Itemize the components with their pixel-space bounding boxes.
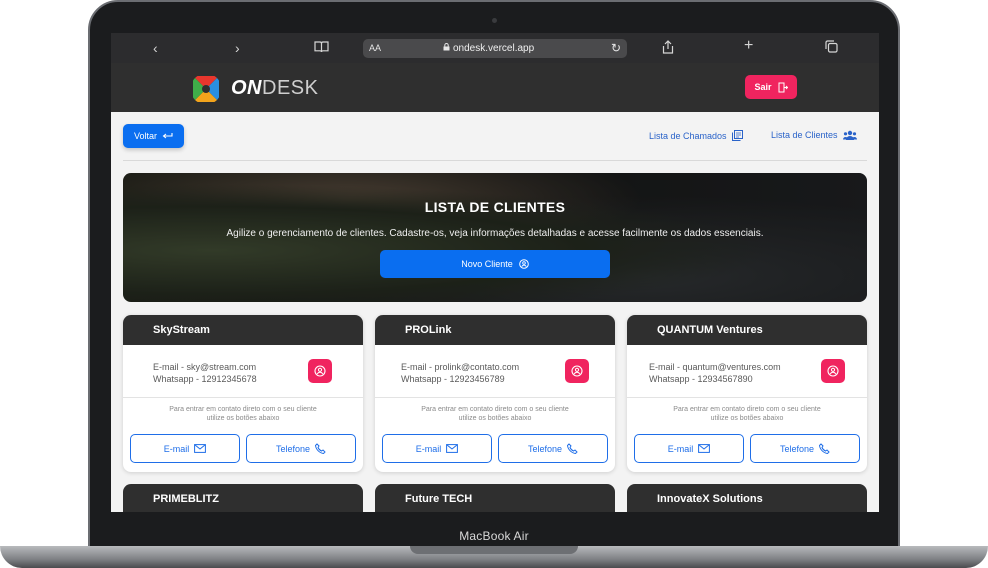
card-divider <box>123 397 363 398</box>
note-line: utilize os botões abaixo <box>458 415 532 422</box>
client-email: E-mail - prolink@contato.com <box>401 362 520 372</box>
client-contact-info: E-mail - prolink@contato.com Whatsapp - … <box>401 361 519 385</box>
mail-icon <box>446 444 459 453</box>
hero-subtitle: Agilize o gerenciamento de clientes. Cad… <box>226 228 764 239</box>
logout-button[interactable]: Sair <box>745 75 797 99</box>
app-header: ONDESK Sair <box>111 63 879 112</box>
client-name: SkyStream <box>123 315 363 345</box>
laptop-notch <box>410 546 578 554</box>
brand-light: DESK <box>262 77 319 99</box>
mail-icon <box>698 444 711 453</box>
link-label: Lista de Clientes <box>771 130 838 140</box>
card-divider <box>627 397 867 398</box>
phone-label: Telefone <box>527 443 563 454</box>
device-label: MacBook Air <box>459 529 529 543</box>
phone-icon <box>315 443 326 454</box>
hero-title: LISTA DE CLIENTES <box>424 199 566 215</box>
email-label: E-mail <box>667 443 694 454</box>
client-whatsapp: Whatsapp - 12912345678 <box>153 374 257 384</box>
client-email: E-mail - quantum@ventures.com <box>649 362 781 372</box>
phone-icon <box>567 443 578 454</box>
link-label: Lista de Chamados <box>649 130 727 141</box>
new-tab-icon[interactable]: + <box>744 38 753 54</box>
reader-aa-button[interactable]: AA <box>369 43 381 53</box>
phone-button[interactable]: Telefone <box>246 434 356 463</box>
link-lista-clientes[interactable]: Lista de Clientes <box>771 130 857 140</box>
link-lista-chamados[interactable]: Lista de Chamados <box>649 130 743 141</box>
note-line: utilize os botões abaixo <box>710 415 784 422</box>
user-circle-icon <box>827 365 839 377</box>
contact-note: Para entrar em contato direto com o seu … <box>400 405 590 423</box>
client-card: PROLink E-mail - prolink@contato.com Wha… <box>375 315 615 472</box>
client-name: PROLink <box>375 315 615 345</box>
reload-icon[interactable]: ↻ <box>611 41 621 55</box>
macbook-mockup: ‹ › AA ondesk.vercel.app ↻ + ONDESK Sair… <box>0 0 988 568</box>
user-circle-icon <box>314 365 326 377</box>
card-divider <box>375 397 615 398</box>
back-label: Voltar <box>133 131 157 141</box>
note-line: Para entrar em contato direto com o seu … <box>421 406 569 413</box>
email-label: E-mail <box>163 443 190 454</box>
client-contact-info: E-mail - quantum@ventures.com Whatsapp -… <box>649 361 781 385</box>
client-name: Future TECH <box>375 484 615 512</box>
divider <box>123 160 867 161</box>
share-icon[interactable] <box>662 40 674 57</box>
email-button[interactable]: E-mail <box>634 434 744 463</box>
add-user-icon <box>518 259 529 269</box>
url-text: ondesk.vercel.app <box>453 43 535 54</box>
ondesk-logo-icon <box>193 76 219 102</box>
book-icon[interactable] <box>314 40 329 56</box>
back-arrow-icon[interactable]: ‹ <box>153 40 158 56</box>
mail-icon <box>194 444 207 453</box>
client-name: QUANTUM Ventures <box>627 315 867 345</box>
note-line: Para entrar em contato direto com o seu … <box>169 406 317 413</box>
brand-bold: ON <box>231 77 262 99</box>
screen: ‹ › AA ondesk.vercel.app ↻ + ONDESK Sair… <box>111 33 879 512</box>
email-label: E-mail <box>415 443 442 454</box>
contact-note: Para entrar em contato direto com o seu … <box>652 405 842 423</box>
camera-dot <box>492 18 497 23</box>
client-whatsapp: Whatsapp - 12934567890 <box>649 374 753 384</box>
client-email: E-mail - sky@stream.com <box>153 362 257 372</box>
note-line: utilize os botões abaixo <box>206 415 280 422</box>
phone-icon <box>819 443 830 454</box>
client-name: PRIMEBLITZ <box>123 484 363 512</box>
tabs-overview-icon[interactable] <box>825 40 838 56</box>
brand-name: ONDESK <box>231 77 318 100</box>
client-card: QUANTUM Ventures E-mail - quantum@ventur… <box>627 315 867 472</box>
client-profile-button[interactable] <box>308 359 332 383</box>
browser-toolbar: ‹ › AA ondesk.vercel.app ↻ + <box>111 33 879 63</box>
new-client-label: Novo Cliente <box>461 259 513 269</box>
lock-icon <box>443 43 450 53</box>
hero-banner: LISTA DE CLIENTES Agilize o gerenciament… <box>123 173 867 302</box>
client-name: InnovateX Solutions <box>627 484 867 512</box>
email-button[interactable]: E-mail <box>382 434 492 463</box>
note-line: Para entrar em contato direto com o seu … <box>673 406 821 413</box>
main-content: Voltar Lista de Chamados Lista de Client… <box>111 112 879 512</box>
address-bar[interactable]: AA ondesk.vercel.app ↻ <box>363 39 627 58</box>
list-icon <box>731 130 743 141</box>
client-whatsapp: Whatsapp - 12923456789 <box>401 374 505 384</box>
back-button[interactable]: Voltar <box>123 124 184 148</box>
client-profile-button[interactable] <box>821 359 845 383</box>
exit-door-icon <box>778 82 788 92</box>
forward-arrow-icon[interactable]: › <box>235 40 240 56</box>
contact-note: Para entrar em contato direto com o seu … <box>148 405 338 423</box>
client-card: SkyStream E-mail - sky@stream.com Whatsa… <box>123 315 363 472</box>
phone-button[interactable]: Telefone <box>498 434 608 463</box>
return-arrow-icon <box>162 133 173 139</box>
email-button[interactable]: E-mail <box>130 434 240 463</box>
phone-label: Telefone <box>275 443 311 454</box>
users-icon <box>842 130 857 140</box>
client-profile-button[interactable] <box>565 359 589 383</box>
client-contact-info: E-mail - sky@stream.com Whatsapp - 12912… <box>153 361 257 385</box>
new-client-button[interactable]: Novo Cliente <box>380 250 610 278</box>
logout-label: Sair <box>754 82 772 92</box>
phone-button[interactable]: Telefone <box>750 434 860 463</box>
phone-label: Telefone <box>779 443 815 454</box>
user-circle-icon <box>571 365 583 377</box>
